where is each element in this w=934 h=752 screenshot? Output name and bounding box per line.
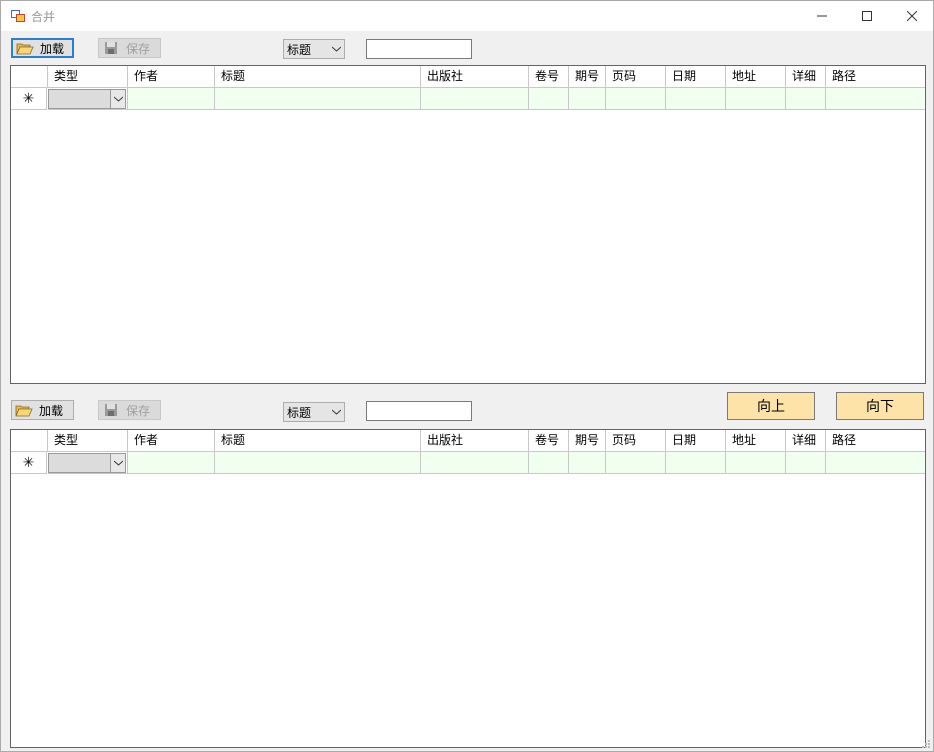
column-header-address[interactable]: 地址: [726, 430, 786, 452]
cell-address[interactable]: [726, 452, 786, 474]
column-header-publisher[interactable]: 出版社: [421, 66, 529, 88]
chevron-down-icon: [328, 40, 344, 58]
cell-detail[interactable]: [786, 88, 826, 110]
column-header-title[interactable]: 标题: [215, 430, 421, 452]
column-header-type[interactable]: 类型: [48, 66, 128, 88]
column-header-date[interactable]: 日期: [666, 430, 726, 452]
chevron-down-icon: [110, 454, 125, 472]
cell-author[interactable]: [128, 452, 215, 474]
header-corner: [11, 430, 48, 452]
window-title: 合并: [31, 10, 56, 24]
cell-pages[interactable]: [606, 452, 666, 474]
chevron-down-icon: [328, 403, 344, 421]
save-button-label: 保存: [126, 403, 151, 418]
save-disk-icon: [105, 42, 117, 54]
load-button-bottom[interactable]: 加载: [11, 400, 74, 420]
field-select-value: 标题: [287, 42, 312, 57]
resize-grip-icon[interactable]: [921, 739, 931, 749]
column-header-date[interactable]: 日期: [666, 66, 726, 88]
move-up-button[interactable]: 向上: [727, 392, 815, 420]
column-header-title[interactable]: 标题: [215, 66, 421, 88]
move-down-button[interactable]: 向下: [836, 392, 924, 420]
type-combo-cell[interactable]: [48, 89, 126, 109]
cell-path[interactable]: [826, 452, 925, 474]
cell-issue[interactable]: [569, 88, 606, 110]
save-button-bottom[interactable]: 保存: [98, 400, 161, 420]
new-row-marker: ✳: [11, 452, 47, 474]
app-icon: [11, 10, 25, 22]
search-input-bottom[interactable]: [366, 401, 472, 421]
load-button-label: 加载: [40, 41, 65, 56]
column-header-detail[interactable]: 详细: [786, 430, 826, 452]
cell-volume[interactable]: [529, 88, 569, 110]
column-header-volume[interactable]: 卷号: [529, 430, 569, 452]
column-header-path[interactable]: 路径: [826, 430, 925, 452]
cell-address[interactable]: [726, 88, 786, 110]
title-bar: 合并: [1, 1, 933, 31]
column-header-author[interactable]: 作者: [128, 430, 215, 452]
minimize-icon: [817, 15, 827, 17]
maximize-icon: [862, 11, 872, 21]
column-header-address[interactable]: 地址: [726, 66, 786, 88]
type-combo-cell[interactable]: [48, 453, 126, 473]
column-header-issue[interactable]: 期号: [569, 66, 606, 88]
maximize-button[interactable]: [844, 1, 890, 31]
column-header-pages[interactable]: 页码: [606, 66, 666, 88]
column-header-author[interactable]: 作者: [128, 66, 215, 88]
cell-date[interactable]: [666, 88, 726, 110]
column-header-path[interactable]: 路径: [826, 66, 925, 88]
open-folder-icon: [15, 405, 33, 417]
cell-author[interactable]: [128, 88, 215, 110]
new-row[interactable]: ✳: [11, 452, 925, 474]
save-button-top[interactable]: 保存: [98, 38, 161, 58]
column-header-pages[interactable]: 页码: [606, 430, 666, 452]
minimize-button[interactable]: [799, 1, 845, 31]
column-header-type[interactable]: 类型: [48, 430, 128, 452]
cell-detail[interactable]: [786, 452, 826, 474]
column-header-issue[interactable]: 期号: [569, 430, 606, 452]
column-header-detail[interactable]: 详细: [786, 66, 826, 88]
new-row-marker: ✳: [11, 88, 47, 110]
grid-header: 类型 作者 标题 出版社 卷号 期号 页码 日期 地址 详细 路径: [11, 430, 925, 452]
header-corner: [11, 66, 48, 88]
close-button[interactable]: [889, 1, 934, 31]
cell-title[interactable]: [215, 88, 421, 110]
merge-window: 合并 加载 保存 标题 类型 作者 标题 出版社 卷号 期号 页码 日期 地址 …: [0, 0, 934, 752]
new-row[interactable]: ✳: [11, 88, 925, 110]
cell-publisher[interactable]: [421, 88, 529, 110]
cell-volume[interactable]: [529, 452, 569, 474]
field-select-value: 标题: [287, 405, 312, 420]
close-icon: [907, 11, 917, 21]
cell-pages[interactable]: [606, 88, 666, 110]
load-button-top[interactable]: 加载: [11, 38, 74, 58]
open-folder-icon: [16, 43, 34, 55]
column-header-publisher[interactable]: 出版社: [421, 430, 529, 452]
cell-path[interactable]: [826, 88, 925, 110]
records-grid-top[interactable]: 类型 作者 标题 出版社 卷号 期号 页码 日期 地址 详细 路径 ✳: [10, 65, 926, 384]
field-select-top[interactable]: 标题: [283, 39, 345, 59]
cell-title[interactable]: [215, 452, 421, 474]
search-input-top[interactable]: [366, 39, 472, 59]
save-disk-icon: [105, 404, 117, 416]
chevron-down-icon: [110, 90, 125, 108]
cell-issue[interactable]: [569, 452, 606, 474]
cell-publisher[interactable]: [421, 452, 529, 474]
field-select-bottom[interactable]: 标题: [283, 402, 345, 422]
grid-header: 类型 作者 标题 出版社 卷号 期号 页码 日期 地址 详细 路径: [11, 66, 925, 88]
save-button-label: 保存: [126, 41, 151, 56]
records-grid-bottom[interactable]: 类型 作者 标题 出版社 卷号 期号 页码 日期 地址 详细 路径 ✳: [10, 429, 926, 748]
load-button-label: 加载: [39, 403, 64, 418]
column-header-volume[interactable]: 卷号: [529, 66, 569, 88]
cell-date[interactable]: [666, 452, 726, 474]
